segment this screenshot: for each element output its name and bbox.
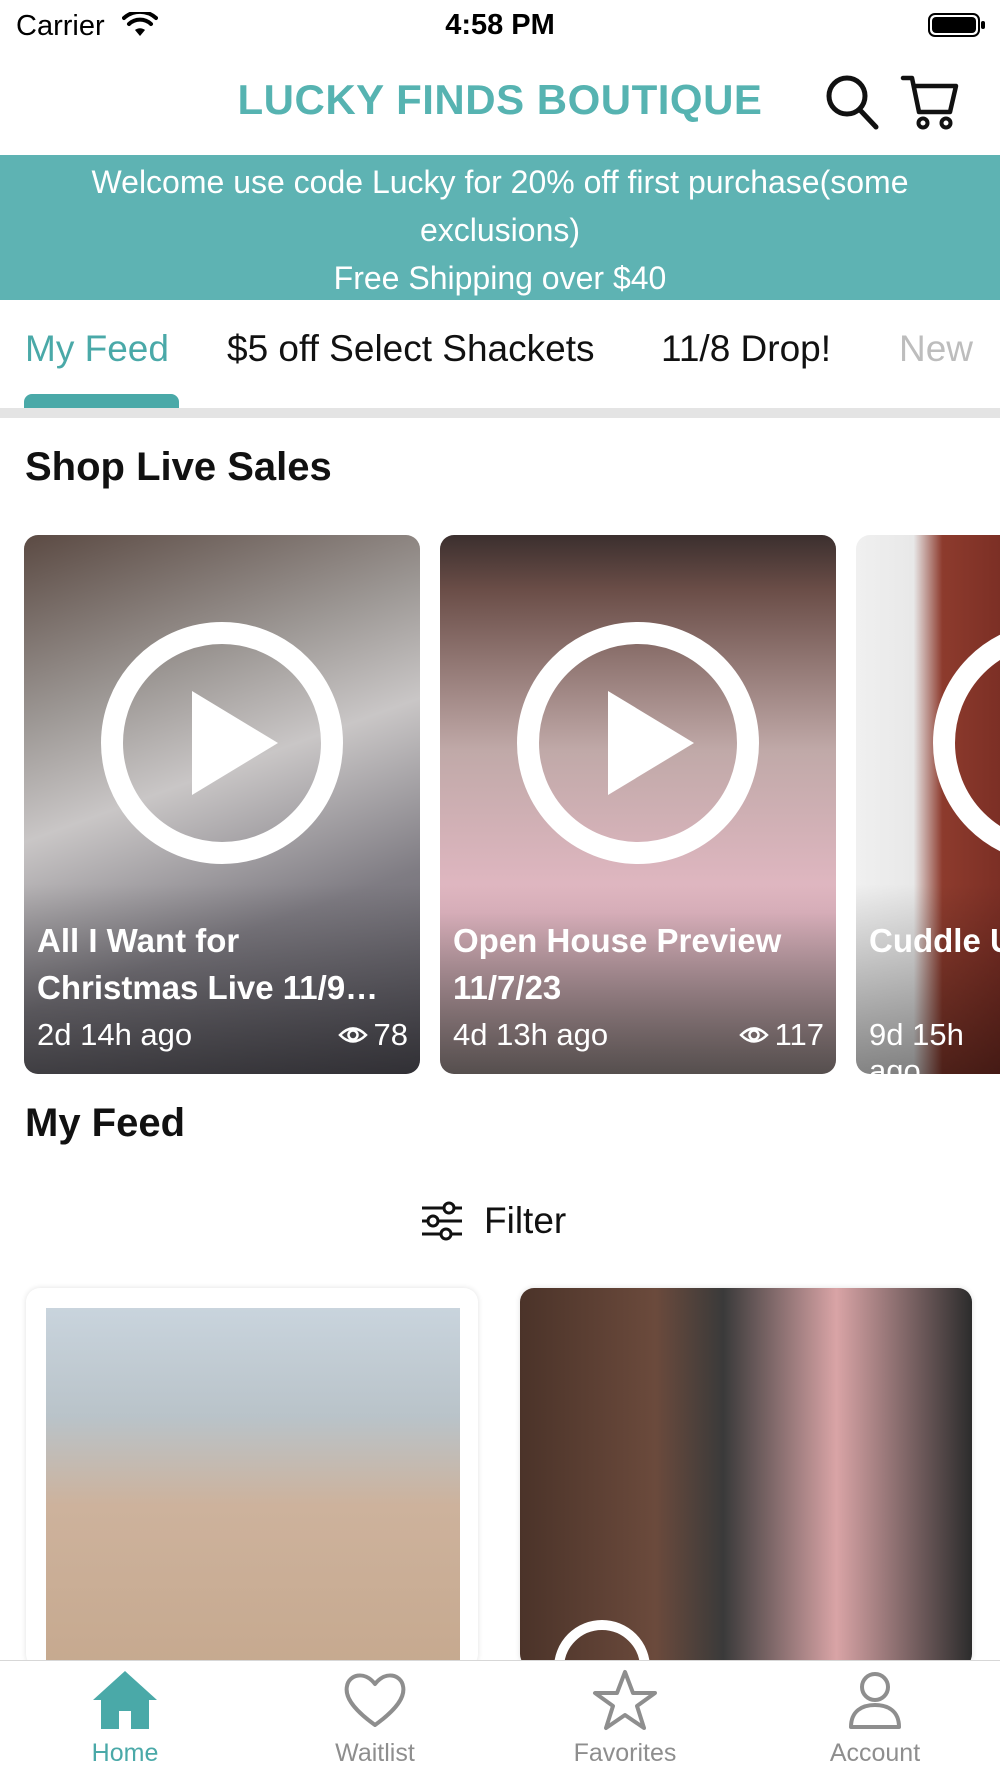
live-sale-time: 2d 14h ago [37,1017,193,1052]
banner-line-2: exclusions) [419,212,581,248]
app-header: LUCKY FINDS BOUTIQUE [0,52,1000,155]
filter-icon [422,1201,462,1241]
eye-icon [337,1027,368,1043]
filter-button[interactable]: Filter [420,1196,566,1246]
search-icon[interactable] [822,70,882,132]
tab-waitlist-label: Waitlist [335,1739,415,1767]
live-sale-title: Open House Preview 11/7/23 [453,922,782,1006]
heart-icon [344,1673,406,1727]
status-bar: Carrier 4:58 PM [0,0,1000,52]
tabs-divider [0,408,1000,418]
feed-post-card[interactable] [26,1288,478,1668]
play-icon[interactable] [100,621,344,865]
tab-home[interactable]: Home [35,1667,215,1768]
play-icon[interactable] [516,621,760,865]
active-tab-indicator [24,394,179,408]
tab-new[interactable]: New [899,328,973,370]
tab-waitlist[interactable]: Waitlist [285,1667,465,1768]
my-feed-title: My Feed [25,1101,186,1145]
live-sale-title: All I Want for Christmas Live 11/9… [37,922,379,1006]
tab-favorites[interactable]: Favorites [535,1667,715,1768]
live-sale-time: 9d 15h ago [869,1017,964,1074]
banner-line-3: Free Shipping over $40 [333,260,667,296]
banner-line-1: Welcome use code Lucky for 20% off first… [91,164,909,200]
view-count-value: 117 [774,1017,824,1052]
feed-post-image [46,1308,460,1668]
star-icon [593,1670,657,1730]
tab-account-label: Account [829,1739,921,1767]
tab-shackets[interactable]: $5 off Select Shackets [227,328,595,370]
tab-home-label: Home [91,1739,159,1767]
bottom-tab-bar: Home Waitlist Favorites Account [0,1660,1000,1778]
view-count: 117 [738,1017,824,1053]
play-icon[interactable] [932,621,1000,865]
tab-11-8-drop[interactable]: 11/8 Drop! [661,328,831,370]
tab-my-feed[interactable]: My Feed [25,328,169,370]
tab-account[interactable]: Account [785,1667,965,1768]
promo-banner[interactable]: Welcome use code Lucky for 20% off first… [0,155,1000,300]
live-sale-card[interactable]: Cuddle Up 11/2/23 9d 15h ago [856,535,1000,1074]
live-sale-card[interactable]: All I Want for Christmas Live 11/9… 2d 1… [24,535,420,1074]
live-sale-title: Cuddle Up 11/2/23 [869,922,1000,959]
person-icon [849,1672,901,1729]
view-count: 78 [337,1017,408,1053]
feed-post-card[interactable] [520,1288,972,1668]
view-count-value: 78 [373,1017,408,1052]
home-icon [93,1671,157,1729]
filter-label: Filter [484,1200,567,1241]
live-sale-time: 4d 13h ago [453,1017,609,1052]
live-sale-card[interactable]: Open House Preview 11/7/23 4d 13h ago 11… [440,535,836,1074]
feed-post-image [520,1288,972,1668]
battery-icon [928,13,985,37]
live-sales-title: Shop Live Sales [25,445,332,489]
tab-favorites-label: Favorites [573,1739,677,1767]
category-tabs: My Feed $5 off Select Shackets 11/8 Drop… [0,300,1000,418]
eye-icon [738,1027,769,1043]
cart-icon[interactable] [900,70,960,132]
clock: 4:58 PM [445,9,555,41]
